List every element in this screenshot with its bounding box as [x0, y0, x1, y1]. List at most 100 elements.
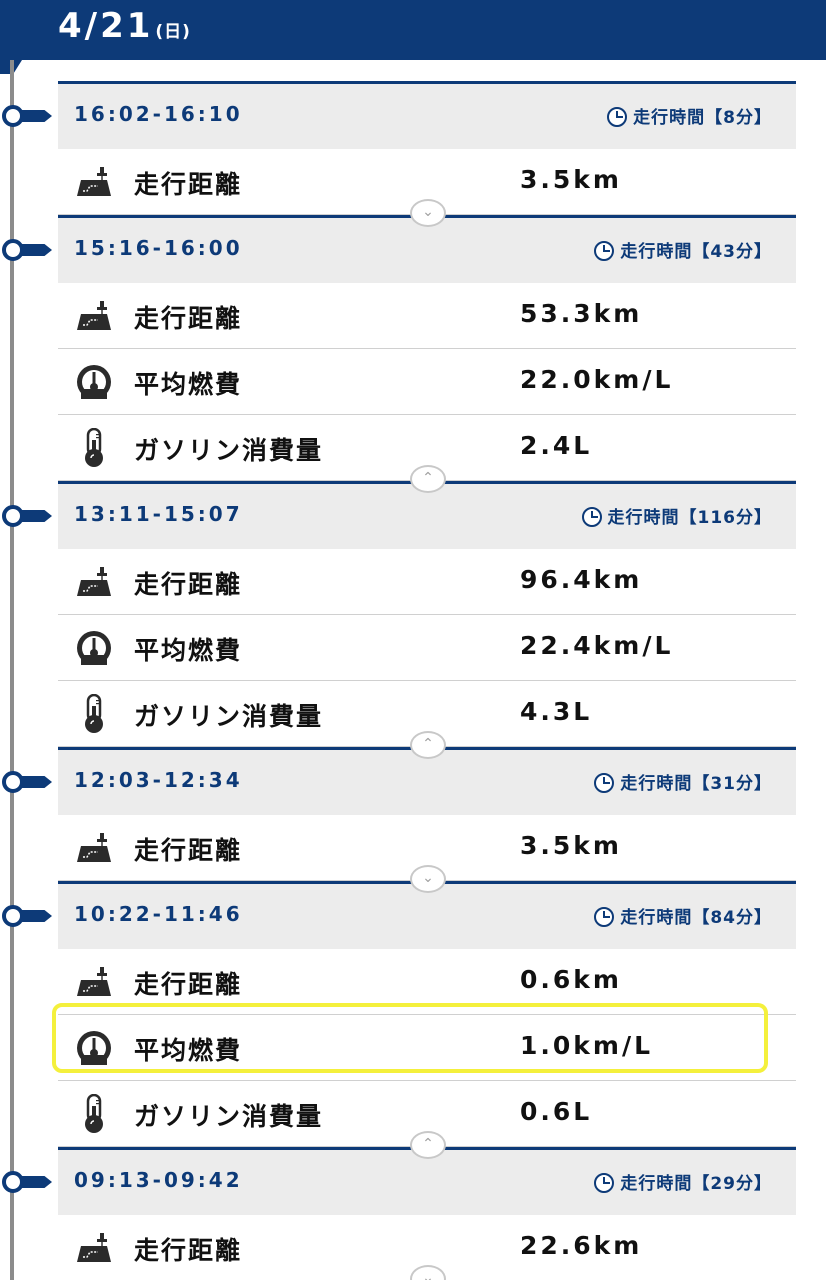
timeline-node	[0, 503, 52, 529]
trip-stat-row-avg-fuel: 平均燃費 22.0km/L	[58, 349, 796, 415]
stat-value: 22.0km/L	[520, 365, 674, 394]
map-distance-icon	[74, 962, 114, 1002]
chevron-up-icon: ⌃	[422, 1136, 434, 1152]
map-distance-icon	[74, 162, 114, 202]
stat-value: 1.0km/L	[520, 1031, 654, 1060]
timeline-node-pointer	[22, 910, 52, 922]
day-of-week: (日)	[155, 22, 191, 42]
trip-duration: 走行時間【29分】	[594, 1169, 772, 1194]
stat-label: 走行距離	[134, 836, 243, 865]
expand-toggle-button[interactable]: ⌄	[410, 199, 446, 227]
stat-label: 走行距離	[134, 170, 243, 199]
fuel-gauge-icon	[74, 362, 114, 402]
collapse-toggle-button[interactable]: ⌃	[410, 465, 446, 493]
duration-value: 【8分】	[705, 108, 772, 128]
clock-icon	[581, 507, 602, 527]
date-text: 4/21	[58, 6, 154, 46]
duration-value: 【84分】	[692, 908, 772, 928]
timeline-node	[0, 1169, 52, 1195]
stat-value: 22.4km/L	[520, 631, 674, 660]
timeline-node-ring	[2, 771, 24, 793]
chevron-down-icon: ⌄	[422, 1270, 434, 1280]
timeline-node	[0, 903, 52, 929]
timeline-node-ring	[2, 905, 24, 927]
chevron-up-icon: ⌃	[422, 470, 434, 486]
duration-value: 【29分】	[692, 1174, 772, 1194]
stat-value: 3.5km	[520, 165, 622, 194]
fuel-gauge-icon	[74, 628, 114, 668]
timeline-node-pointer	[22, 510, 52, 522]
timeline-node	[0, 769, 52, 795]
trip-time-range: 10:22-11:46	[74, 902, 243, 926]
stat-label: 平均燃費	[134, 1036, 243, 1065]
chevron-down-icon: ⌄	[422, 870, 434, 886]
duration-label: 走行時間	[633, 108, 706, 128]
expand-toggle-button[interactable]: ⌄	[410, 865, 446, 893]
timeline-node	[0, 103, 52, 129]
duration-label: 走行時間	[620, 774, 693, 794]
trip-time-range: 13:11-15:07	[74, 502, 243, 526]
fuel-thermometer-icon	[74, 694, 114, 734]
clock-icon	[594, 1173, 615, 1193]
trip-duration: 走行時間【116分】	[581, 503, 773, 528]
collapse-toggle-button[interactable]: ⌃	[410, 1131, 446, 1159]
clock-icon	[594, 907, 615, 927]
stat-label: ガソリン消費量	[134, 702, 324, 731]
timeline-node	[0, 237, 52, 263]
trip-stat-row-distance: 走行距離 53.3km	[58, 283, 796, 349]
stat-value: 53.3km	[520, 299, 643, 328]
map-distance-icon	[74, 562, 114, 602]
stat-label: 平均燃費	[134, 636, 243, 665]
trip-time-range: 09:13-09:42	[74, 1168, 243, 1192]
duration-label: 走行時間	[620, 242, 693, 262]
trip-header[interactable]: 16:02-16:10 走行時間【8分】	[58, 81, 796, 149]
duration-value: 【116分】	[679, 508, 772, 528]
fuel-gauge-icon	[74, 1028, 114, 1068]
collapse-toggle-button[interactable]: ⌃	[410, 731, 446, 759]
stat-label: 平均燃費	[134, 370, 243, 399]
timeline-node-ring	[2, 239, 24, 261]
fuel-thermometer-icon	[74, 1094, 114, 1134]
map-distance-icon	[74, 1228, 114, 1268]
trip-duration: 走行時間【8分】	[607, 103, 772, 128]
trip-time-range: 16:02-16:10	[74, 102, 243, 126]
duration-label: 走行時間	[620, 1174, 693, 1194]
stat-label: 走行距離	[134, 570, 243, 599]
trip-duration: 走行時間【84分】	[594, 903, 772, 928]
stat-value: 2.4L	[520, 431, 593, 460]
stat-value: 0.6L	[520, 1097, 593, 1126]
date-title: 4/21 (日)	[58, 6, 191, 46]
timeline-node-ring	[2, 505, 24, 527]
map-distance-icon	[74, 828, 114, 868]
stat-value: 0.6km	[520, 965, 622, 994]
clock-icon	[607, 107, 628, 127]
timeline-node-pointer	[22, 244, 52, 256]
stat-label: 走行距離	[134, 970, 243, 999]
trip-stat-row-distance: 走行距離 96.4km	[58, 549, 796, 615]
clock-icon	[594, 241, 615, 261]
chevron-up-icon: ⌃	[422, 736, 434, 752]
timeline-node-pointer	[22, 1176, 52, 1188]
timeline-node-pointer	[22, 110, 52, 122]
stat-value: 22.6km	[520, 1231, 643, 1260]
stat-value: 96.4km	[520, 565, 643, 594]
fuel-thermometer-icon	[74, 428, 114, 468]
stat-label: ガソリン消費量	[134, 436, 324, 465]
duration-label: 走行時間	[620, 908, 693, 928]
trip-stat-row-distance: 走行距離 0.6km	[58, 949, 796, 1015]
timeline-node-ring	[2, 105, 24, 127]
duration-label: 走行時間	[607, 508, 680, 528]
timeline-node-ring	[2, 1171, 24, 1193]
trip-duration: 走行時間【31分】	[594, 769, 772, 794]
map-distance-icon	[74, 296, 114, 336]
stat-value: 4.3L	[520, 697, 593, 726]
stat-label: ガソリン消費量	[134, 1102, 324, 1131]
trip-time-range: 12:03-12:34	[74, 768, 243, 792]
stat-label: 走行距離	[134, 1236, 243, 1265]
stat-value: 3.5km	[520, 831, 622, 860]
timeline-node-pointer	[22, 776, 52, 788]
clock-icon	[594, 773, 615, 793]
date-header: 4/21 (日)	[0, 0, 826, 60]
trip-time-range: 15:16-16:00	[74, 236, 243, 260]
trip-duration: 走行時間【43分】	[594, 237, 772, 262]
